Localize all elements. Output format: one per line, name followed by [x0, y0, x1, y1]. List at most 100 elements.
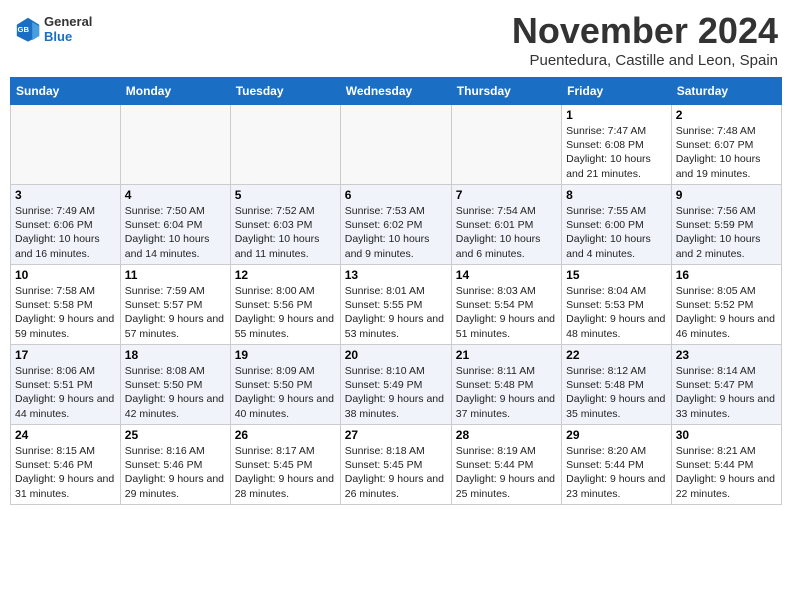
- weekday-header-cell: Thursday: [451, 78, 561, 105]
- calendar-cell: 22 Sunrise: 8:12 AMSunset: 5:48 PMDayligh…: [562, 345, 672, 425]
- calendar-cell: [340, 105, 451, 185]
- calendar-cell: 11 Sunrise: 7:59 AMSunset: 5:57 PMDayligh…: [120, 265, 230, 345]
- cell-details: Sunrise: 8:01 AMSunset: 5:55 PMDaylight:…: [345, 284, 447, 341]
- day-number: 7: [456, 188, 557, 202]
- cell-details: Sunrise: 7:55 AMSunset: 6:00 PMDaylight:…: [566, 204, 667, 261]
- calendar-cell: 14Sunrise: 8:03 AMSunset: 5:54 PMDayligh…: [451, 265, 561, 345]
- calendar-row: 10 Sunrise: 7:58 AMSunset: 5:58 PMDayligh…: [11, 265, 782, 345]
- day-number: 21: [456, 348, 557, 362]
- cell-details: Sunrise: 8:09 AMSunset: 5:50 PMDaylight:…: [235, 364, 336, 421]
- calendar-cell: [11, 105, 121, 185]
- day-number: 14: [456, 268, 557, 282]
- calendar-cell: 21 Sunrise: 8:11 AMSunset: 5:48 PMDayligh…: [451, 345, 561, 425]
- calendar-row: 1 Sunrise: 7:47 AMSunset: 6:08 PMDaylight…: [11, 105, 782, 185]
- calendar-cell: 8 Sunrise: 7:55 AMSunset: 6:00 PMDaylight…: [562, 185, 672, 265]
- calendar-cell: 9 Sunrise: 7:56 AMSunset: 5:59 PMDaylight…: [671, 185, 781, 265]
- calendar-cell: [230, 105, 340, 185]
- cell-details: Sunrise: 8:17 AMSunset: 5:45 PMDaylight:…: [235, 444, 336, 501]
- cell-details: Sunrise: 8:15 AMSunset: 5:46 PMDaylight:…: [15, 444, 116, 501]
- calendar-cell: 18Sunrise: 8:08 AMSunset: 5:50 PMDayligh…: [120, 345, 230, 425]
- day-number: 23: [676, 348, 777, 362]
- cell-details: Sunrise: 8:20 AMSunset: 5:44 PMDaylight:…: [566, 444, 667, 501]
- day-number: 8: [566, 188, 667, 202]
- cell-details: Sunrise: 8:00 AMSunset: 5:56 PMDaylight:…: [235, 284, 336, 341]
- weekday-header-cell: Wednesday: [340, 78, 451, 105]
- cell-details: Sunrise: 8:06 AMSunset: 5:51 PMDaylight:…: [15, 364, 116, 421]
- day-number: 1: [566, 108, 667, 122]
- weekday-header-cell: Friday: [562, 78, 672, 105]
- cell-details: Sunrise: 8:08 AMSunset: 5:50 PMDaylight:…: [125, 364, 226, 421]
- calendar-cell: 13 Sunrise: 8:01 AMSunset: 5:55 PMDayligh…: [340, 265, 451, 345]
- day-number: 30: [676, 428, 777, 442]
- cell-details: Sunrise: 8:10 AMSunset: 5:49 PMDaylight:…: [345, 364, 447, 421]
- calendar-cell: [451, 105, 561, 185]
- cell-details: Sunrise: 8:21 AMSunset: 5:44 PMDaylight:…: [676, 444, 777, 501]
- calendar-cell: 24 Sunrise: 8:15 AMSunset: 5:46 PMDayligh…: [11, 425, 121, 505]
- logo-blue: Blue: [44, 29, 92, 44]
- day-number: 3: [15, 188, 116, 202]
- cell-details: Sunrise: 7:53 AMSunset: 6:02 PMDaylight:…: [345, 204, 447, 261]
- day-number: 9: [676, 188, 777, 202]
- calendar-cell: 15Sunrise: 8:04 AMSunset: 5:53 PMDayligh…: [562, 265, 672, 345]
- cell-details: Sunrise: 7:52 AMSunset: 6:03 PMDaylight:…: [235, 204, 336, 261]
- day-number: 25: [125, 428, 226, 442]
- day-number: 22: [566, 348, 667, 362]
- day-number: 4: [125, 188, 226, 202]
- calendar-cell: 29 Sunrise: 8:20 AMSunset: 5:44 PMDayligh…: [562, 425, 672, 505]
- calendar-row: 17 Sunrise: 8:06 AMSunset: 5:51 PMDayligh…: [11, 345, 782, 425]
- day-number: 16: [676, 268, 777, 282]
- cell-details: Sunrise: 7:49 AMSunset: 6:06 PMDaylight:…: [15, 204, 116, 261]
- cell-details: Sunrise: 7:58 AMSunset: 5:58 PMDaylight:…: [15, 284, 116, 341]
- day-number: 10: [15, 268, 116, 282]
- cell-details: Sunrise: 8:12 AMSunset: 5:48 PMDaylight:…: [566, 364, 667, 421]
- cell-details: Sunrise: 8:05 AMSunset: 5:52 PMDaylight:…: [676, 284, 777, 341]
- cell-details: Sunrise: 8:11 AMSunset: 5:48 PMDaylight:…: [456, 364, 557, 421]
- cell-details: Sunrise: 7:47 AMSunset: 6:08 PMDaylight:…: [566, 124, 667, 181]
- calendar-cell: 23 Sunrise: 8:14 AMSunset: 5:47 PMDayligh…: [671, 345, 781, 425]
- calendar-cell: 19 Sunrise: 8:09 AMSunset: 5:50 PMDayligh…: [230, 345, 340, 425]
- day-number: 27: [345, 428, 447, 442]
- logo-text: General Blue: [44, 14, 92, 44]
- logo-icon: GB: [14, 15, 42, 43]
- cell-details: Sunrise: 7:48 AMSunset: 6:07 PMDaylight:…: [676, 124, 777, 181]
- calendar-cell: 28Sunrise: 8:19 AMSunset: 5:44 PMDayligh…: [451, 425, 561, 505]
- cell-details: Sunrise: 7:54 AMSunset: 6:01 PMDaylight:…: [456, 204, 557, 261]
- weekday-header-cell: Monday: [120, 78, 230, 105]
- logo-general: General: [44, 14, 92, 29]
- calendar-cell: 10 Sunrise: 7:58 AMSunset: 5:58 PMDayligh…: [11, 265, 121, 345]
- cell-details: Sunrise: 8:14 AMSunset: 5:47 PMDaylight:…: [676, 364, 777, 421]
- calendar-cell: 4 Sunrise: 7:50 AMSunset: 6:04 PMDaylight…: [120, 185, 230, 265]
- calendar-body: 1 Sunrise: 7:47 AMSunset: 6:08 PMDaylight…: [11, 105, 782, 505]
- location-title: Puentedura, Castille and Leon, Spain: [512, 52, 778, 69]
- day-number: 6: [345, 188, 447, 202]
- cell-details: Sunrise: 8:18 AMSunset: 5:45 PMDaylight:…: [345, 444, 447, 501]
- day-number: 26: [235, 428, 336, 442]
- day-number: 11: [125, 268, 226, 282]
- weekday-header-cell: Sunday: [11, 78, 121, 105]
- day-number: 5: [235, 188, 336, 202]
- month-title: November 2024: [512, 10, 778, 52]
- header-section: GB General Blue November 2024 Puentedura…: [10, 10, 782, 69]
- day-number: 13: [345, 268, 447, 282]
- calendar-cell: 12 Sunrise: 8:00 AMSunset: 5:56 PMDayligh…: [230, 265, 340, 345]
- logo: GB General Blue: [14, 14, 92, 44]
- day-number: 24: [15, 428, 116, 442]
- day-number: 17: [15, 348, 116, 362]
- day-number: 19: [235, 348, 336, 362]
- calendar-cell: 17 Sunrise: 8:06 AMSunset: 5:51 PMDayligh…: [11, 345, 121, 425]
- day-number: 28: [456, 428, 557, 442]
- calendar-cell: 26 Sunrise: 8:17 AMSunset: 5:45 PMDayligh…: [230, 425, 340, 505]
- day-number: 15: [566, 268, 667, 282]
- calendar-row: 24 Sunrise: 8:15 AMSunset: 5:46 PMDayligh…: [11, 425, 782, 505]
- calendar-cell: 20Sunrise: 8:10 AMSunset: 5:49 PMDayligh…: [340, 345, 451, 425]
- day-number: 29: [566, 428, 667, 442]
- weekday-header: SundayMondayTuesdayWednesdayThursdayFrid…: [11, 78, 782, 105]
- cell-details: Sunrise: 7:56 AMSunset: 5:59 PMDaylight:…: [676, 204, 777, 261]
- calendar-cell: 27 Sunrise: 8:18 AMSunset: 5:45 PMDayligh…: [340, 425, 451, 505]
- cell-details: Sunrise: 7:50 AMSunset: 6:04 PMDaylight:…: [125, 204, 226, 261]
- day-number: 12: [235, 268, 336, 282]
- calendar-cell: 1 Sunrise: 7:47 AMSunset: 6:08 PMDaylight…: [562, 105, 672, 185]
- calendar-cell: 16 Sunrise: 8:05 AMSunset: 5:52 PMDayligh…: [671, 265, 781, 345]
- weekday-header-cell: Saturday: [671, 78, 781, 105]
- cell-details: Sunrise: 7:59 AMSunset: 5:57 PMDaylight:…: [125, 284, 226, 341]
